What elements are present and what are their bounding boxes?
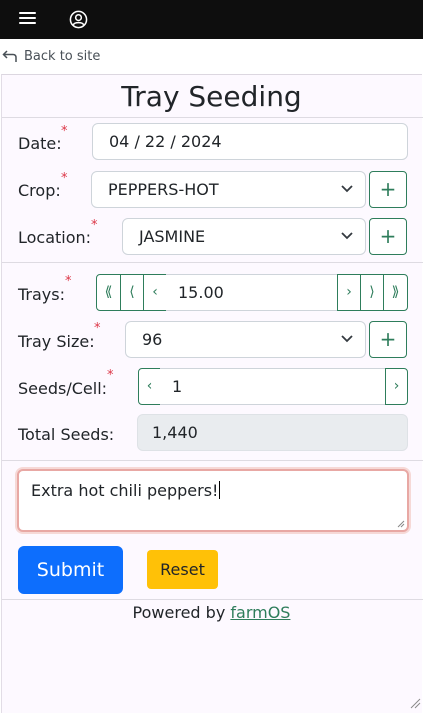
seeds-increase-button[interactable]: › xyxy=(385,368,408,405)
trays-label: Trays: xyxy=(18,285,65,304)
hamburger-menu-icon[interactable] xyxy=(19,12,36,26)
back-arrow-icon xyxy=(2,50,17,62)
divider xyxy=(2,599,423,600)
date-input[interactable]: 04 / 22 / 2024 xyxy=(92,123,408,160)
trays-input[interactable]: 15.00 xyxy=(166,274,338,311)
required-marker: * xyxy=(107,368,114,383)
tray-size-label: Tray Size: xyxy=(18,332,95,351)
powered-by-footer: Powered by farmOS xyxy=(0,603,423,622)
user-circle-icon[interactable] xyxy=(69,10,88,29)
chevron-down-icon xyxy=(341,335,353,343)
window-resize-grip-icon[interactable] xyxy=(409,697,421,709)
required-marker: * xyxy=(91,218,98,233)
add-tray-size-button[interactable]: + xyxy=(369,321,407,358)
comment-textarea[interactable]: Extra hot chili peppers! xyxy=(17,469,409,532)
back-to-site-label: Back to site xyxy=(24,49,101,64)
trays-increase-large-button[interactable]: ⟫ xyxy=(383,274,408,311)
tray-size-value: 96 xyxy=(142,330,163,349)
back-to-site-link[interactable]: Back to site xyxy=(0,44,423,70)
crop-label: Crop: xyxy=(18,181,61,200)
trays-increase-medium-button[interactable]: ⟩ xyxy=(360,274,384,311)
crop-select[interactable]: PEPPERS-HOT xyxy=(91,171,366,208)
crop-value: PEPPERS-HOT xyxy=(108,180,219,199)
chevron-down-icon xyxy=(341,185,353,193)
location-label: Location: xyxy=(18,228,92,247)
location-select[interactable]: JASMINE xyxy=(122,218,366,255)
chevron-down-icon xyxy=(341,232,353,240)
divider xyxy=(2,117,423,118)
location-value: JASMINE xyxy=(139,227,206,246)
date-label: Date: xyxy=(18,134,62,153)
divider xyxy=(2,262,423,263)
powered-by-text: Powered by xyxy=(132,603,226,622)
resize-grip-icon[interactable] xyxy=(397,520,405,528)
text-caret xyxy=(219,481,221,499)
trays-decrease-small-button[interactable]: ‹ xyxy=(143,274,167,311)
submit-button[interactable]: Submit xyxy=(18,546,123,594)
tray-size-select[interactable]: 96 xyxy=(125,321,366,358)
seeds-decrease-button[interactable]: ‹ xyxy=(138,368,161,405)
divider xyxy=(2,460,423,461)
seeds-per-cell-label: Seeds/Cell: xyxy=(18,379,108,398)
total-seeds-value: 1,440 xyxy=(137,414,408,451)
reset-button[interactable]: Reset xyxy=(147,550,218,589)
required-marker: * xyxy=(94,321,101,336)
seeds-per-cell-input[interactable]: 1 xyxy=(160,368,386,405)
trays-increase-small-button[interactable]: › xyxy=(337,274,361,311)
page-title: Tray Seeding xyxy=(121,80,302,113)
farmos-link[interactable]: farmOS xyxy=(230,603,290,622)
required-marker: * xyxy=(61,171,68,186)
comment-text: Extra hot chili peppers! xyxy=(31,481,219,500)
trays-decrease-medium-button[interactable]: ⟨ xyxy=(120,274,144,311)
required-marker: * xyxy=(61,124,68,139)
trays-decrease-large-button[interactable]: ⟪ xyxy=(96,274,121,311)
add-crop-button[interactable]: + xyxy=(369,171,407,208)
top-nav-bar xyxy=(0,0,423,39)
required-marker: * xyxy=(65,274,72,289)
add-location-button[interactable]: + xyxy=(369,218,407,255)
total-seeds-label: Total Seeds: xyxy=(18,425,115,444)
